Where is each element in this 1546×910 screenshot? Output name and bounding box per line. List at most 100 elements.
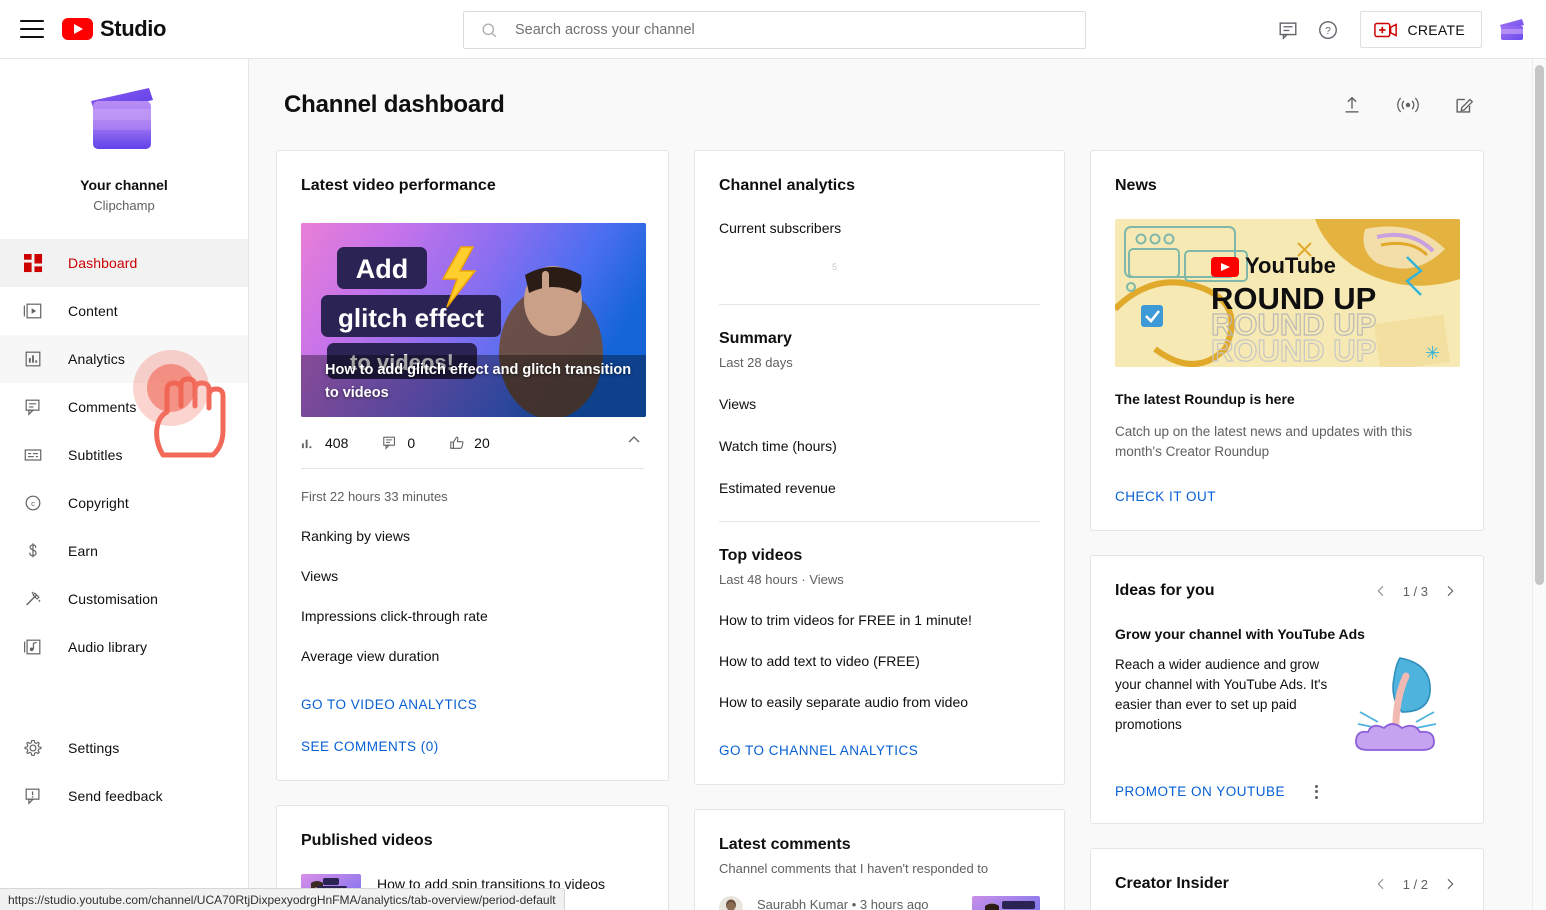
chevron-left-icon[interactable] (1372, 582, 1390, 600)
check-it-out-link[interactable]: CHECK IT OUT (1115, 489, 1216, 504)
send-feedback-icon[interactable] (1268, 10, 1308, 50)
card-title: News (1115, 177, 1157, 194)
studio-wordmark: Studio (100, 16, 167, 41)
card-title: Channel analytics (719, 177, 856, 194)
chevron-right-icon[interactable] (1441, 875, 1459, 893)
ideas-pager: 1 / 3 (1372, 582, 1459, 600)
hamburger-menu-icon[interactable] (20, 20, 44, 38)
comments-value: 0 (407, 434, 416, 451)
dashboard-column-left: Latest video performance Add glitch effe… (276, 150, 669, 910)
create-post-icon[interactable] (1444, 85, 1484, 125)
idea-body: Reach a wider audience and grow your cha… (1115, 657, 1328, 732)
comments-icon (21, 395, 45, 419)
summary-row-views: Views (719, 396, 757, 412)
collapse-chevron-icon[interactable] (624, 430, 644, 455)
top-bar-actions: ? CREATE (1268, 0, 1528, 59)
sidebar-item-subtitles[interactable]: Subtitles (0, 431, 248, 479)
comment-video-thumbnail[interactable] (972, 896, 1040, 910)
create-button[interactable]: CREATE (1360, 11, 1482, 48)
go-live-icon[interactable] (1388, 85, 1428, 125)
sidebar-item-label: Dashboard (68, 255, 138, 271)
channel-label: Your channel (80, 177, 168, 193)
help-icon[interactable]: ? (1308, 10, 1348, 50)
comment-time: 3 hours ago (859, 897, 929, 910)
creator-insider-card: Creator Insider 1 / 2 (1090, 848, 1484, 910)
svg-text:YouTube: YouTube (1245, 253, 1336, 278)
current-subscribers-value-area: 5 (719, 238, 1040, 304)
youtube-studio-logo[interactable]: Studio (62, 16, 166, 42)
channel-avatar[interactable] (85, 85, 163, 163)
latest-video-performance-card: Latest video performance Add glitch effe… (276, 150, 669, 781)
views-bar-icon (301, 439, 312, 449)
current-subscribers-value: 5 (832, 262, 838, 272)
sidebar-item-label: Audio library (68, 639, 148, 655)
card-title: Ideas for you (1115, 582, 1215, 599)
top-video-item[interactable]: How to trim videos for FREE in 1 minute! (719, 610, 1040, 630)
sidebar-item-send-feedback[interactable]: Send feedback (0, 772, 248, 820)
sidebar-item-content[interactable]: Content (0, 287, 248, 335)
ideas-header: Ideas for you 1 / 3 (1115, 580, 1459, 602)
more-options-icon[interactable] (1307, 784, 1325, 799)
sidebar-item-dashboard[interactable]: Dashboard (0, 239, 248, 287)
sidebar-item-label: Send feedback (68, 788, 163, 804)
svg-text:glitch effect: glitch effect (338, 303, 484, 333)
latest-video-thumbnail[interactable]: Add glitch effect to videos! How to add … (301, 223, 646, 417)
go-to-video-analytics-link[interactable]: GO TO VIDEO ANALYTICS (301, 697, 477, 712)
sidebar-item-earn[interactable]: Earn (0, 527, 248, 575)
thumbs-up-icon (450, 436, 464, 449)
comments-stat: 0 (382, 435, 415, 451)
svg-text:?: ? (1326, 26, 1332, 37)
feedback-icon (21, 784, 45, 808)
top-video-item[interactable]: How to easily separate audio from video (719, 692, 1040, 712)
idea-footer: PROMOTE ON YOUTUBE (1115, 784, 1459, 799)
comment-separator: • (851, 897, 857, 910)
svg-text:ROUND UP: ROUND UP (1211, 333, 1376, 367)
svg-text:✦: ✦ (31, 590, 35, 595)
search-input[interactable] (515, 22, 1035, 38)
scrollbar-thumb[interactable] (1535, 65, 1544, 585)
creator-insider-header: Creator Insider 1 / 2 (1115, 873, 1459, 895)
metric-ranking-by-views: Ranking by views (301, 528, 410, 544)
sidebar-item-audio-library[interactable]: Audio library (0, 623, 248, 671)
sidebar-item-settings[interactable]: Settings (0, 724, 248, 772)
comment-author: Saurabh Kumar (757, 897, 849, 910)
dashboard-grid: Latest video performance Add glitch effe… (249, 125, 1546, 910)
page-header-actions (1332, 85, 1484, 125)
sidebar-item-analytics[interactable]: Analytics (0, 335, 248, 383)
upload-icon[interactable] (1332, 85, 1372, 125)
see-comments-link[interactable]: SEE COMMENTS (0) (301, 739, 439, 754)
likes-stat: 20 (449, 435, 490, 451)
news-banner-image[interactable]: YouTube ROUND UP ROUND UP ROUND UP ✳ (1115, 219, 1460, 367)
sidebar-item-customisation[interactable]: ✦ ✦ Customisation (0, 575, 248, 623)
views-stat: 408 (301, 435, 348, 451)
metric-views: Views (301, 568, 339, 584)
summary-row-watch-time: Watch time (hours) (719, 438, 837, 454)
page-scrollbar[interactable] (1532, 59, 1546, 910)
divider (719, 521, 1040, 522)
promote-on-youtube-link[interactable]: PROMOTE ON YOUTUBE (1115, 784, 1285, 799)
chevron-left-icon[interactable] (1372, 875, 1390, 893)
creator-insider-page-indicator: 1 / 2 (1402, 876, 1428, 892)
account-avatar[interactable] (1496, 13, 1528, 46)
chevron-right-icon[interactable] (1441, 582, 1459, 600)
audio-library-icon (21, 635, 45, 659)
page-title: Channel dashboard (284, 91, 505, 118)
status-bar-url-text: https://studio.youtube.com/channel/UCA70… (8, 892, 556, 907)
main-content: Channel dashboard Latest video performan… (249, 59, 1546, 910)
sidebar-item-comments[interactable]: Comments (0, 383, 248, 431)
latest-comments-card: Latest comments Channel comments that I … (694, 809, 1065, 910)
latest-comments-subtitle: Channel comments that I haven't responde… (719, 861, 989, 876)
dashboard-icon (21, 251, 45, 275)
comment-icon (383, 436, 396, 450)
go-to-channel-analytics-link[interactable]: GO TO CHANNEL ANALYTICS (719, 743, 918, 758)
top-video-item[interactable]: How to add text to video (FREE) (719, 651, 1040, 671)
subtitles-icon (21, 443, 45, 467)
creator-insider-pager: 1 / 2 (1372, 875, 1459, 893)
search-box[interactable] (463, 11, 1086, 49)
svg-text:✳: ✳ (1425, 343, 1440, 363)
news-headline: The latest Roundup is here (1115, 391, 1295, 407)
comment-item[interactable]: Saurabh Kumar • 3 hours ago ironic thing… (719, 878, 1040, 910)
idea-title: Grow your channel with YouTube Ads (1115, 626, 1365, 642)
sidebar-item-copyright[interactable]: c Copyright (0, 479, 248, 527)
